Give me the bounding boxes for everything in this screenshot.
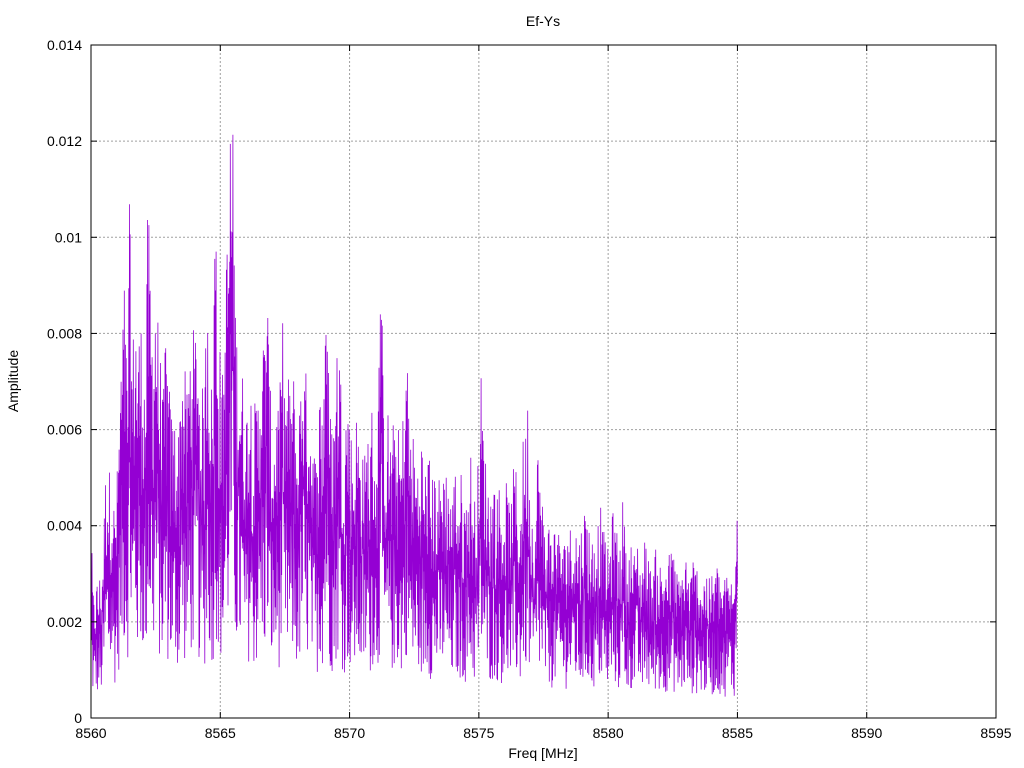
y-tick-label: 0.004 xyxy=(47,518,82,534)
y-tick-label: 0.01 xyxy=(55,229,82,245)
y-tick-label: 0.002 xyxy=(47,614,82,630)
series-line xyxy=(90,134,738,697)
x-tick-label: 8565 xyxy=(205,725,236,741)
y-tick-label: 0.008 xyxy=(47,325,82,341)
x-tick-label: 8560 xyxy=(75,725,106,741)
y-tick-label: 0.014 xyxy=(47,37,82,53)
series-group xyxy=(90,134,738,697)
amplitude-line-chart: Ef-Ys 8560 8565 8570 8575 8580 8585 8590 8595 0… xyxy=(5,13,1012,761)
x-tick-label: 8570 xyxy=(334,725,365,741)
x-tick-label: 8575 xyxy=(463,725,494,741)
x-tick-label: 8580 xyxy=(593,725,624,741)
x-tick-label: 8595 xyxy=(980,725,1011,741)
x-tick-label: 8590 xyxy=(851,725,882,741)
y-tick-label: 0.012 xyxy=(47,133,82,149)
chart-title: Ef-Ys xyxy=(526,13,560,29)
x-tick-label: 8585 xyxy=(722,725,753,741)
x-axis-label: Freq [MHz] xyxy=(508,745,577,761)
y-tick-label: 0 xyxy=(74,710,82,726)
y-axis-label: Amplitude xyxy=(5,350,21,412)
y-tick-label: 0.006 xyxy=(47,422,82,438)
